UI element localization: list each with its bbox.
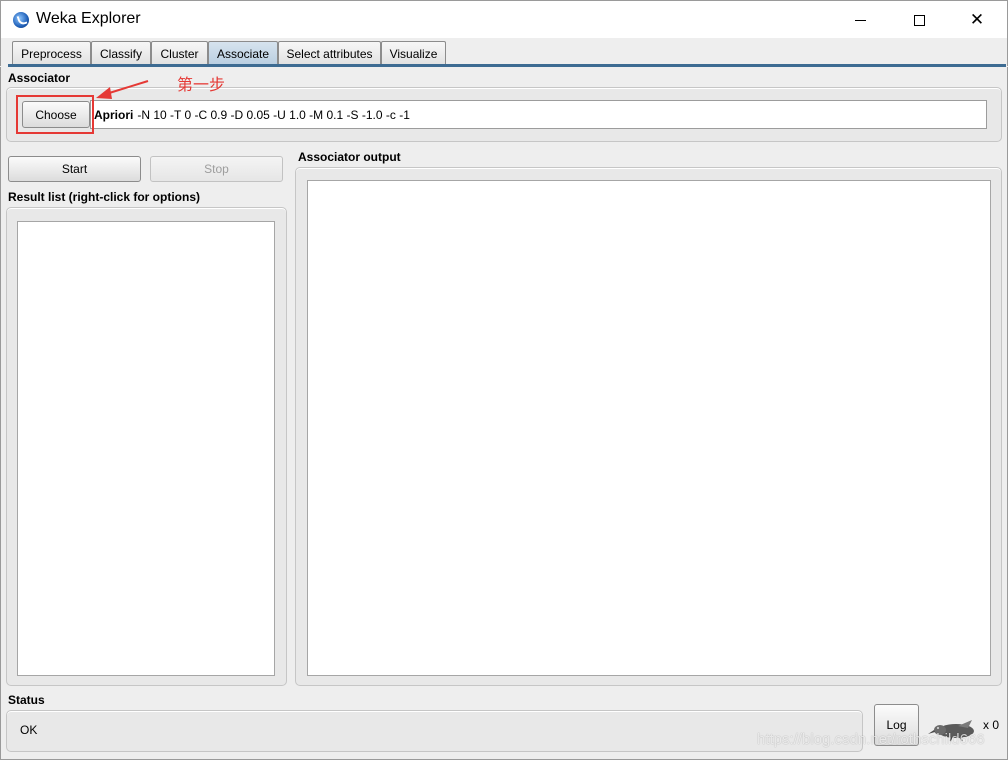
result-list[interactable] <box>17 221 275 676</box>
close-icon: ✕ <box>969 10 985 30</box>
watermark: https://blog.csdn.net/rothschild666 <box>757 731 985 748</box>
start-button[interactable]: Start <box>8 156 141 182</box>
associator-output-text[interactable] <box>307 180 991 676</box>
annotation-text: 第一步 <box>177 75 226 94</box>
algorithm-options: -N 10 -T 0 -C 0.9 -D 0.05 -U 1.0 -M 0.1 … <box>137 107 410 122</box>
maximize-button[interactable] <box>890 1 948 39</box>
window-title: Weka Explorer <box>36 10 141 27</box>
tab-classify[interactable]: Classify <box>91 41 151 66</box>
maximize-icon <box>913 14 925 26</box>
status-panel <box>6 710 863 752</box>
tab-preprocess[interactable]: Preprocess <box>12 41 91 66</box>
close-button[interactable]: ✕ <box>948 1 1006 39</box>
status-label: Status <box>8 693 45 707</box>
result-list-label: Result list (right-click for options) <box>8 190 201 204</box>
associator-config-field[interactable]: Apriori -N 10 -T 0 -C 0.9 -D 0.05 -U 1.0… <box>90 100 987 129</box>
title-bar: Weka Explorer ✕ <box>0 0 1008 38</box>
tab-cluster[interactable]: Cluster <box>151 41 208 66</box>
annotation-highlight-box <box>16 95 94 134</box>
stop-button[interactable]: Stop <box>150 156 283 182</box>
task-count: x 0 <box>983 718 1000 732</box>
status-message: OK <box>20 723 38 737</box>
weka-logo-icon <box>13 12 29 28</box>
tab-visualize[interactable]: Visualize <box>381 41 446 66</box>
minimize-icon <box>854 19 866 21</box>
minimize-button[interactable] <box>831 1 889 39</box>
tab-select-attributes[interactable]: Select attributes <box>278 41 381 66</box>
annotation-arrow-icon <box>96 80 149 99</box>
algorithm-name: Apriori <box>94 107 134 122</box>
associator-output-label: Associator output <box>298 150 401 164</box>
tab-strip: Preprocess Classify Cluster Associate Se… <box>0 38 1008 66</box>
associator-label: Associator <box>8 71 71 85</box>
tab-associate[interactable]: Associate <box>208 41 278 66</box>
